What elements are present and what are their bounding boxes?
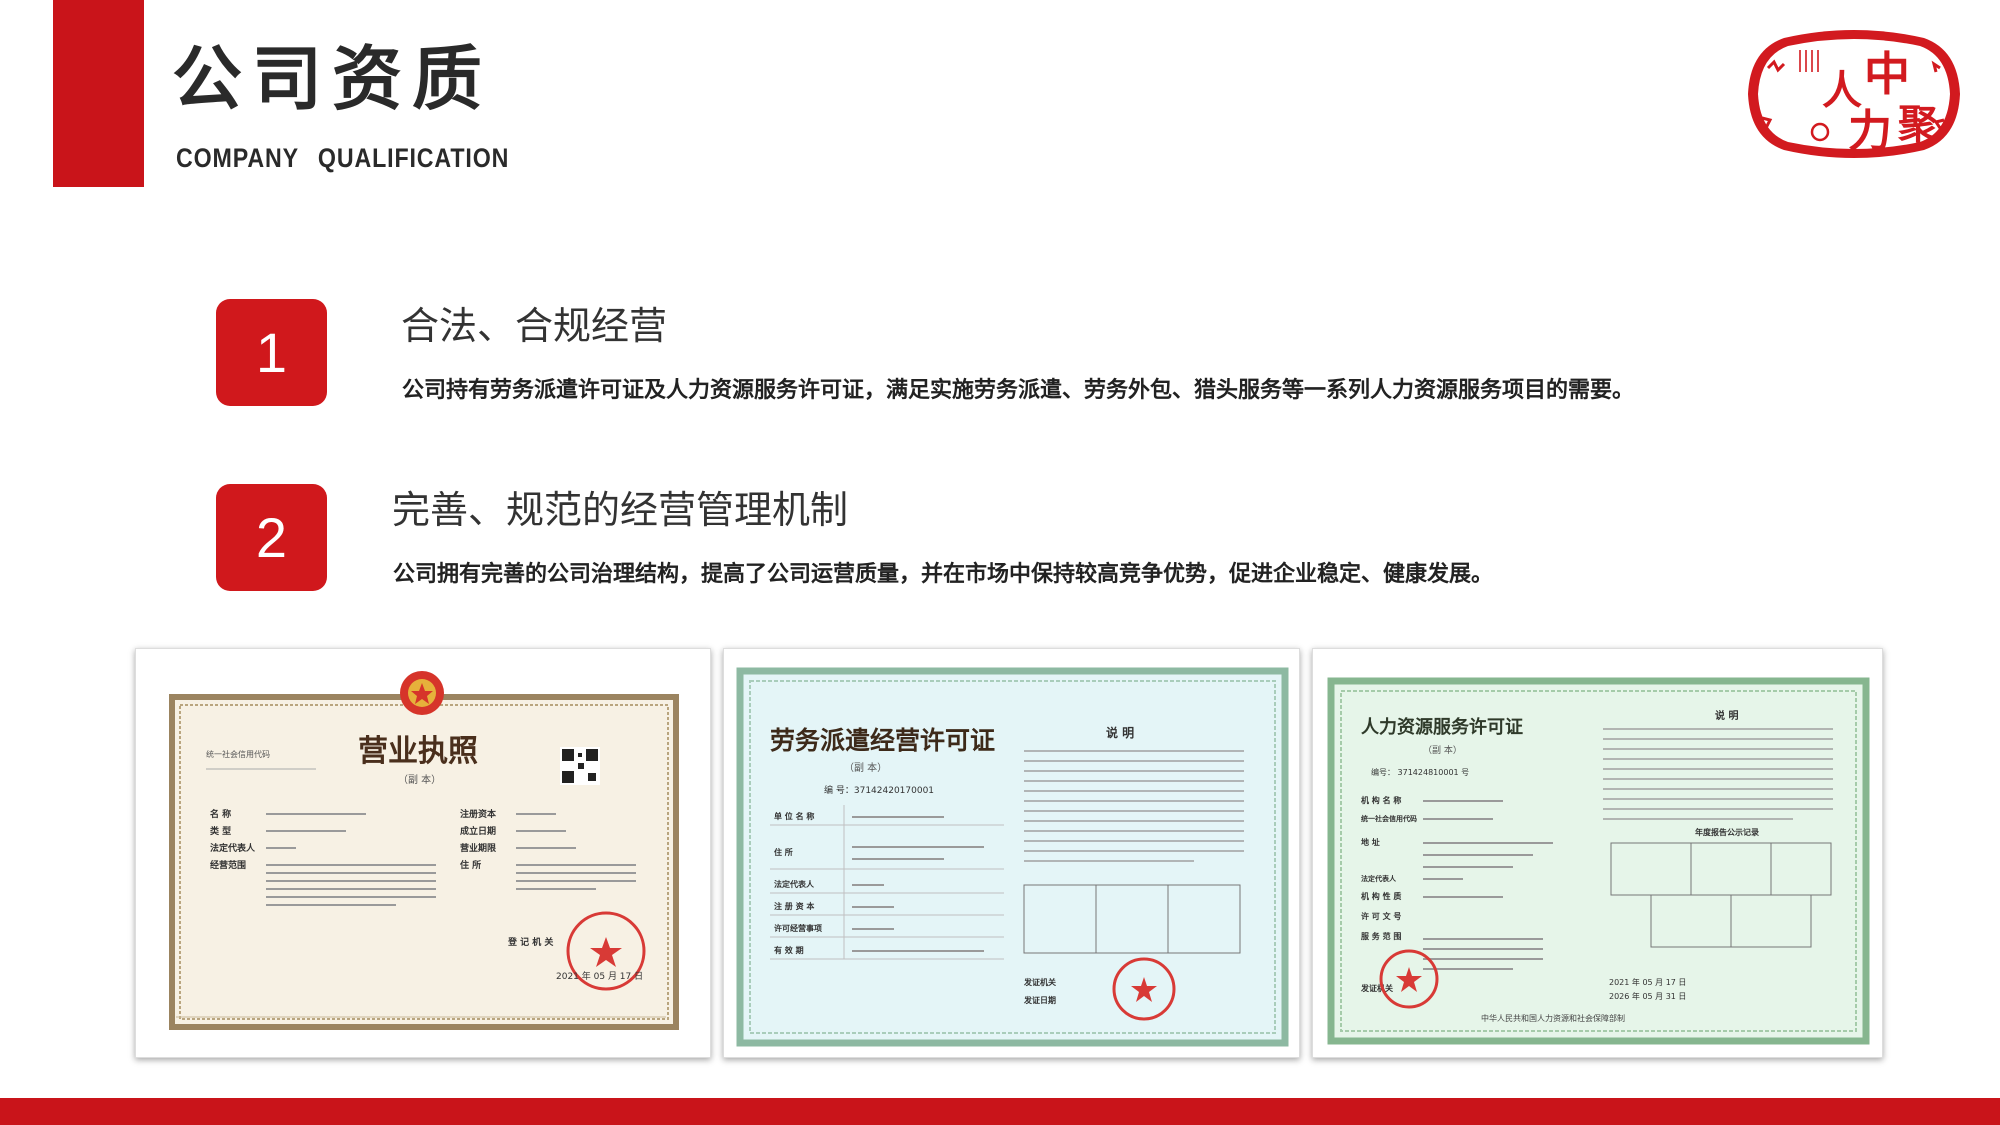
header-red-bar <box>53 0 144 187</box>
national-emblem-icon <box>400 671 444 715</box>
hr-copy-label: （副 本） <box>1423 744 1462 756</box>
hr-field-4: 法定代表人 <box>1361 874 1397 883</box>
business-license-image: 营业执照 （副 本） 统一社会信用代码 名 称 类 型 法定代表人 经营范围 注… <box>135 648 711 1058</box>
qr-code-icon <box>560 747 600 785</box>
license-title: 营业执照 <box>358 734 478 769</box>
dispatch-copy-label: （副 本） <box>844 761 887 774</box>
item-heading-1: 合法、合规经营 <box>401 304 668 348</box>
hr-field-5: 机 构 性 质 <box>1361 891 1401 901</box>
license-field-term: 营业期限 <box>460 842 497 854</box>
logo-char-1: 中 <box>1864 47 1910 101</box>
hr-field-8: 发证机关 <box>1360 983 1393 993</box>
item-description-2: 公司拥有完善的公司治理结构，提高了公司运营质量，并在市场中保持较高竞争优势，促进… <box>393 562 1494 587</box>
logo-char-3: 聚 <box>1897 102 1939 148</box>
hr-notes-title: 说 明 <box>1715 709 1738 722</box>
dispatch-field-5: 许可经营事项 <box>774 923 822 933</box>
dispatch-field-1: 单 位 名 称 <box>774 811 814 821</box>
page-title: 公司资质 <box>172 38 492 120</box>
dispatch-field-4: 注 册 资 本 <box>774 901 814 911</box>
hr-field-3: 地 址 <box>1361 837 1380 847</box>
hr-field-7: 服 务 范 围 <box>1361 931 1401 941</box>
dispatch-title: 劳务派遣经营许可证 <box>770 726 995 755</box>
license-date: 2021 年 05 月 17 日 <box>556 970 643 982</box>
hr-field-6: 许 可 文 号 <box>1361 911 1401 921</box>
dispatch-number: 编 号：37142420170001 <box>824 784 934 796</box>
hr-field-1: 机 构 名 称 <box>1361 795 1401 805</box>
dispatch-field-6: 有 效 期 <box>774 945 804 955</box>
page-subtitle: COMPANY QUALIFICATION <box>176 143 510 173</box>
item-number-badge-1: 1 <box>216 299 327 406</box>
license-field-address: 住 所 <box>460 859 481 871</box>
item-number-badge-2: 2 <box>216 484 327 591</box>
hr-number: 编号： 371424810001 号 <box>1371 767 1469 777</box>
dispatch-notes-title: 说 明 <box>1106 725 1134 740</box>
dispatch-issuer-label: 发证机关 <box>1023 977 1056 987</box>
item-description-1: 公司持有劳务派遣许可证及人力资源服务许可证，满足实施劳务派遣、劳务外包、猎头服务… <box>402 378 1635 403</box>
hr-issue-date: 2021 年 05 月 17 日 <box>1609 977 1686 987</box>
license-field-capital: 注册资本 <box>460 808 497 820</box>
license-field-scope: 经营范围 <box>210 859 246 871</box>
dispatch-date-label: 发证日期 <box>1023 995 1056 1005</box>
license-field-date: 成立日期 <box>460 825 496 837</box>
license-code-label: 统一社会信用代码 <box>206 749 270 759</box>
license-field-name: 名 称 <box>210 808 231 820</box>
license-field-rep: 法定代表人 <box>210 842 256 854</box>
logo-char-4: 力 <box>1848 106 1892 157</box>
hr-footer: 中华人民共和国人力资源和社会保障部制 <box>1481 1013 1625 1023</box>
item-heading-2: 完善、规范的经营管理机制 <box>392 488 849 532</box>
hr-service-permit-image: 人力资源服务许可证 （副 本） 编号： 371424810001 号 说 明 年… <box>1312 648 1883 1058</box>
hr-title: 人力资源服务许可证 <box>1361 716 1523 738</box>
license-copy-label: （副 本） <box>398 773 441 786</box>
hr-expire-date: 2026 年 05 月 31 日 <box>1609 991 1686 1001</box>
company-logo: 中 人 聚 力 <box>1748 30 1960 158</box>
dispatch-field-2: 住 所 <box>774 847 793 857</box>
hr-field-2: 统一社会信用代码 <box>1361 814 1417 823</box>
footer-red-bar <box>0 1098 2000 1125</box>
hr-report-title: 年度报告公示记录 <box>1695 827 1759 837</box>
license-field-type: 类 型 <box>210 825 231 837</box>
license-registrar: 登 记 机 关 <box>507 936 553 948</box>
dispatch-field-3: 法定代表人 <box>774 879 815 889</box>
labor-dispatch-permit-image: 劳务派遣经营许可证 （副 本） 编 号：37142420170001 说 明 单… <box>723 648 1300 1058</box>
